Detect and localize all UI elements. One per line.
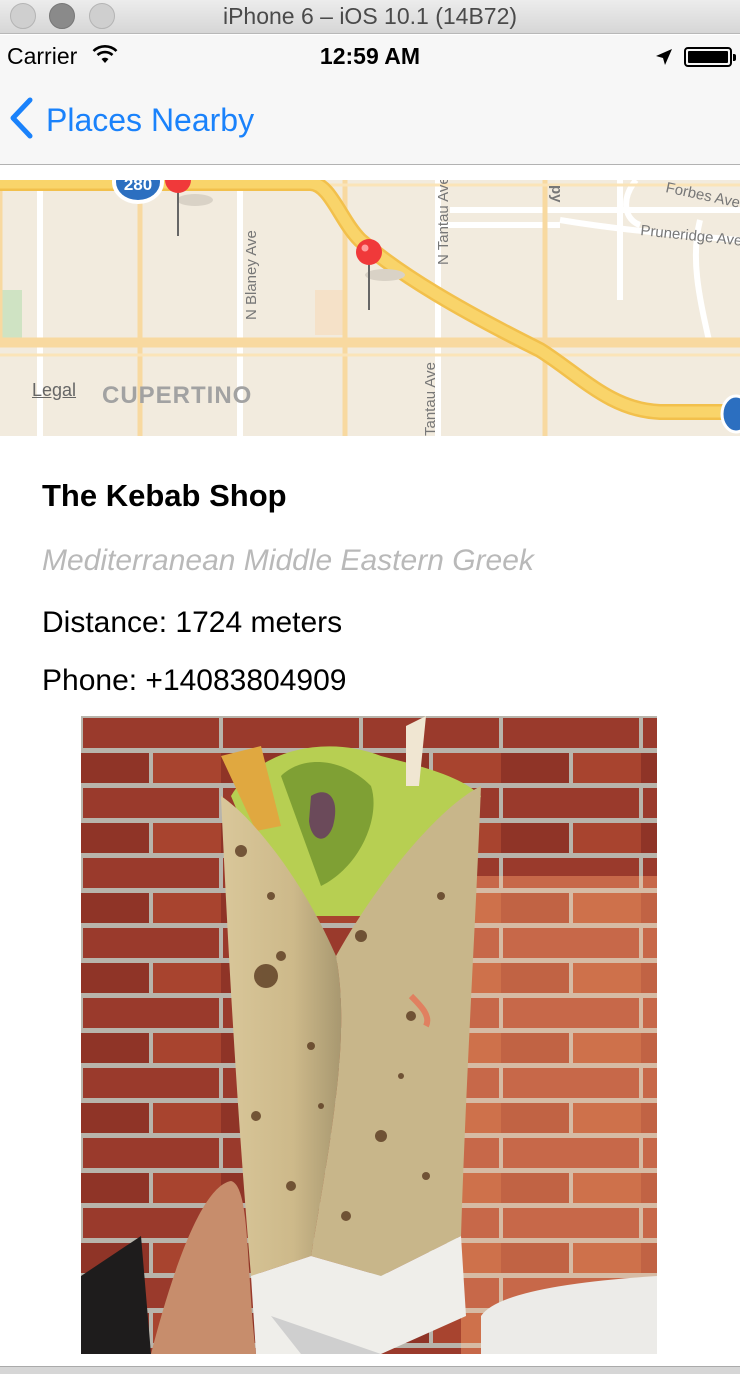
battery-level (688, 51, 728, 63)
place-name: The Kebab Shop (42, 478, 287, 513)
status-bar: Carrier 12:59 AM (0, 35, 740, 77)
map-city-label: Cupertino (102, 382, 253, 409)
location-arrow-icon (654, 47, 674, 72)
place-phone[interactable]: Phone: +14083804909 (42, 664, 702, 702)
back-button-label: Places Nearby (46, 101, 255, 138)
map-view[interactable]: 280 N Blaney Ave N Tantau Ave Tantau Ave… (0, 180, 740, 436)
place-photo (81, 716, 657, 1354)
svg-text:N Blaney Ave: N Blaney Ave (243, 230, 260, 320)
place-categories: Mediterranean Middle Eastern Greek (42, 544, 534, 577)
svg-text:Tantau Ave: Tantau Ave (422, 362, 439, 436)
navigation-bar: Places Nearby (0, 77, 740, 165)
svg-text:280: 280 (124, 180, 152, 194)
simulator-title: iPhone 6 – iOS 10.1 (14B72) (222, 3, 518, 29)
place-details: The Kebab Shop Mediterranean Middle East… (42, 478, 702, 702)
battery-icon (684, 47, 736, 67)
status-time: 12:59 AM (319, 43, 421, 69)
svg-text:N Tantau Ave: N Tantau Ave (435, 180, 452, 265)
place-distance: Distance: 1724 meters (42, 606, 343, 639)
window-bottom-edge (0, 1366, 740, 1374)
chevron-left-icon (8, 97, 34, 144)
map-legal-link[interactable]: Legal (32, 380, 76, 401)
simulator-titlebar: iPhone 6 – iOS 10.1 (14B72) (0, 0, 740, 34)
svg-text:py: py (548, 185, 565, 203)
back-button[interactable]: Places Nearby (8, 97, 254, 143)
